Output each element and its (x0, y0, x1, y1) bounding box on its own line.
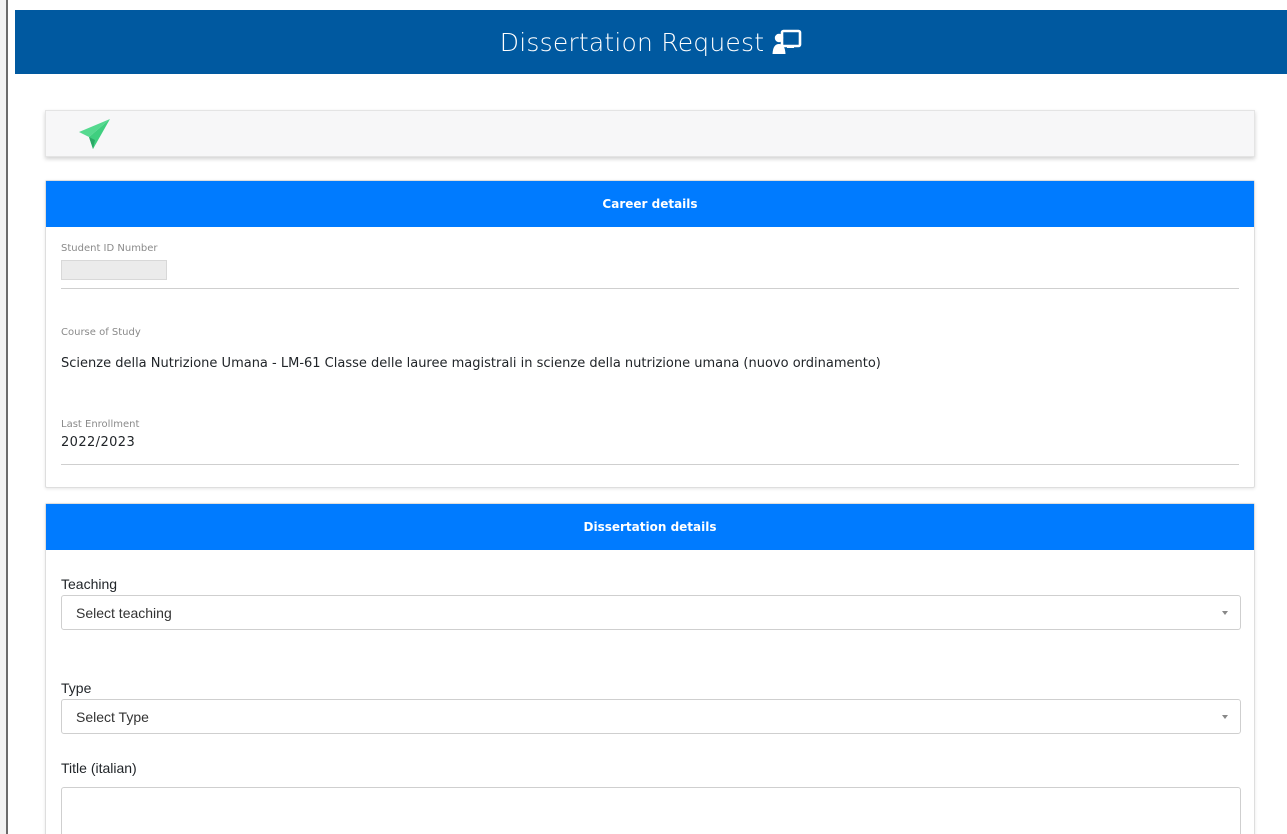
type-select-value: Select Type (76, 708, 149, 725)
chevron-down-icon (1222, 611, 1228, 615)
enrollment-field: Last Enrollment 2022/2023 (61, 419, 1239, 465)
student-id-label: Student ID Number (61, 243, 158, 254)
teaching-label: Teaching (61, 576, 118, 592)
dissertation-details-header: Dissertation details (46, 504, 1254, 550)
chevron-down-icon (1222, 715, 1228, 719)
course-value: Scienze della Nutrizione Umana - LM-61 C… (61, 356, 881, 371)
career-details-header: Career details (46, 181, 1254, 227)
enrollment-label: Last Enrollment (61, 419, 140, 430)
student-id-value (61, 260, 167, 280)
teaching-select[interactable]: Select teaching (61, 595, 1241, 630)
page-title: Dissertation Request (499, 27, 765, 57)
page: Dissertation Request Career details Stud… (0, 0, 1287, 834)
career-details-card: Career details Student ID Number Course … (45, 180, 1255, 488)
teaching-select-value: Select teaching (76, 604, 172, 621)
teacher-board-icon (772, 29, 802, 55)
student-id-field: Student ID Number (61, 243, 1239, 289)
career-details-title: Career details (602, 197, 698, 211)
course-label: Course of Study (61, 327, 141, 338)
type-label: Type (61, 680, 92, 696)
dissertation-details-card: Dissertation details Teaching Select tea… (45, 503, 1255, 834)
type-select[interactable]: Select Type (61, 699, 1241, 734)
window-edge (0, 0, 8, 834)
enrollment-value: 2022/2023 (61, 435, 136, 450)
action-toolbar (45, 110, 1255, 157)
title-italian-input[interactable] (61, 787, 1241, 834)
title-italian-label: Title (italian) (61, 760, 137, 776)
dissertation-details-title: Dissertation details (583, 520, 717, 534)
page-header: Dissertation Request (15, 10, 1287, 74)
course-field: Course of Study Scienze della Nutrizione… (61, 327, 1239, 371)
paper-plane-icon[interactable] (76, 116, 112, 152)
